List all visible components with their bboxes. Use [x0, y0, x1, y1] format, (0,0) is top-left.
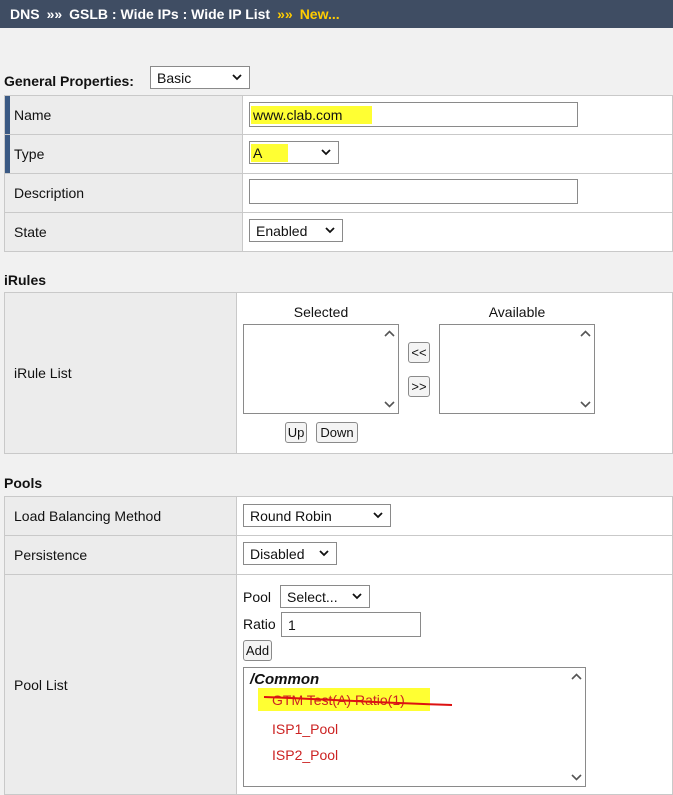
name-input[interactable]: www.clab.com [249, 102, 578, 127]
scrollbar[interactable] [577, 325, 594, 413]
irule-list-label: iRule List [4, 292, 237, 454]
add-pool-button[interactable]: Add [243, 640, 272, 661]
description-input[interactable] [249, 179, 578, 204]
irules-available-label: Available [488, 304, 546, 320]
pool-list-box[interactable]: /Common GTM Test(A) Ratio(1) ISP1_Pool I… [243, 667, 586, 787]
irules-selected-label: Selected [293, 304, 349, 320]
scroll-down-icon[interactable] [571, 771, 582, 782]
strikethrough-mark [263, 696, 453, 706]
name-label: Name [4, 95, 243, 135]
pool-select[interactable]: Select... [280, 585, 370, 608]
scroll-up-icon[interactable] [384, 329, 395, 340]
chevron-down-icon [232, 74, 242, 81]
breadcrumb-separator: »» [277, 6, 293, 22]
breadcrumb-separator: »» [46, 6, 63, 22]
scroll-up-icon[interactable] [571, 672, 582, 683]
description-label: Description [4, 173, 243, 213]
chevron-down-icon [319, 550, 329, 557]
ratio-label: Ratio [243, 616, 276, 632]
scrollbar[interactable] [568, 668, 585, 786]
ratio-input[interactable]: 1 [281, 612, 421, 637]
lb-method-select[interactable]: Round Robin [243, 504, 391, 527]
scroll-down-icon[interactable] [384, 398, 395, 409]
chevron-down-icon [325, 227, 335, 234]
type-value: A [251, 143, 289, 162]
state-select[interactable]: Enabled [249, 219, 343, 242]
persistence-value: Disabled [250, 545, 305, 562]
type-select[interactable]: A [249, 141, 339, 164]
type-label: Type [4, 134, 243, 174]
scroll-down-icon[interactable] [580, 398, 591, 409]
state-value: Enabled [256, 222, 308, 239]
move-up-button[interactable]: Up [285, 422, 307, 443]
pool-select-value: Select... [287, 588, 338, 605]
breadcrumb-wide-ip-list[interactable]: GSLB : Wide IPs : Wide IP List [69, 6, 270, 22]
general-properties-heading: General Properties: [4, 73, 134, 89]
chevron-down-icon [352, 593, 362, 600]
persistence-row: Persistence [4, 535, 673, 575]
chevron-down-icon [321, 149, 331, 156]
move-left-button[interactable]: << [408, 342, 430, 363]
pool-list-item[interactable]: ISP2_Pool [272, 747, 338, 763]
pools-heading: Pools [4, 475, 43, 491]
name-input-value: www.clab.com [251, 105, 373, 124]
pool-label: Pool [243, 589, 272, 605]
scroll-up-icon[interactable] [580, 329, 591, 340]
general-properties-mode-select[interactable]: Basic [150, 66, 250, 89]
move-down-button[interactable]: Down [316, 422, 358, 443]
chevron-down-icon [373, 512, 383, 519]
lb-method-label: Load Balancing Method [4, 496, 237, 536]
state-label: State [4, 212, 243, 252]
persistence-label: Persistence [4, 535, 237, 575]
move-right-button[interactable]: >> [408, 376, 430, 397]
ratio-input-value: 1 [288, 616, 296, 633]
persistence-select[interactable]: Disabled [243, 542, 337, 565]
mode-value: Basic [157, 69, 192, 86]
scrollbar[interactable] [381, 325, 398, 413]
irules-heading: iRules [4, 272, 47, 288]
pool-list-item[interactable]: ISP1_Pool [272, 721, 338, 737]
breadcrumb-current: New... [299, 6, 340, 22]
pool-list-label: Pool List [4, 574, 237, 795]
irules-available-list[interactable] [439, 324, 595, 414]
pool-list-group: /Common [250, 671, 320, 688]
lb-method-value: Round Robin [250, 507, 332, 524]
breadcrumb: DNS »» GSLB : Wide IPs : Wide IP List »»… [0, 0, 673, 28]
breadcrumb-dns[interactable]: DNS [10, 6, 40, 22]
irules-selected-list[interactable] [243, 324, 399, 414]
